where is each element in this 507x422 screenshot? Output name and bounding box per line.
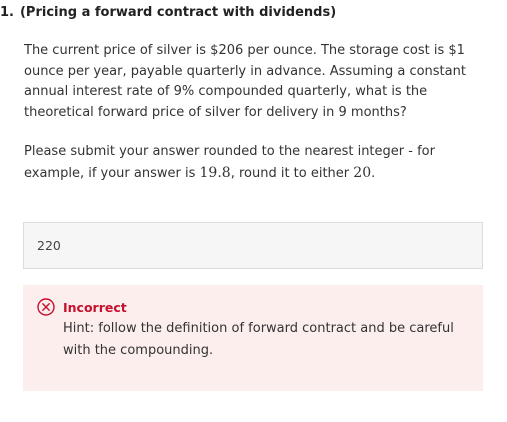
feedback-status: Incorrect xyxy=(63,300,127,315)
question-instruction: Please submit your answer rounded to the… xyxy=(24,142,484,184)
question-content: The current price of silver is $206 per … xyxy=(24,41,484,185)
answer-value: 220 xyxy=(37,238,61,253)
question-title: (Pricing a forward contract with dividen… xyxy=(19,5,337,20)
feedback-hint: Hint: follow the definition of forward c… xyxy=(63,321,454,358)
x-circle-icon xyxy=(37,298,55,316)
question-header: 1. (Pricing a forward contract with divid… xyxy=(0,5,336,20)
question-body: The current price of silver is $206 per … xyxy=(24,43,466,120)
instruction-middle: , round it to either xyxy=(230,165,354,181)
rounded-value: 20 xyxy=(353,164,372,181)
example-value: 19.8 xyxy=(199,164,231,181)
answer-input[interactable]: 220 xyxy=(23,222,483,269)
feedback-panel: Incorrect Hint: follow the definition of… xyxy=(23,285,483,391)
instruction-suffix: . xyxy=(371,165,376,181)
question-number: 1. xyxy=(0,5,14,20)
